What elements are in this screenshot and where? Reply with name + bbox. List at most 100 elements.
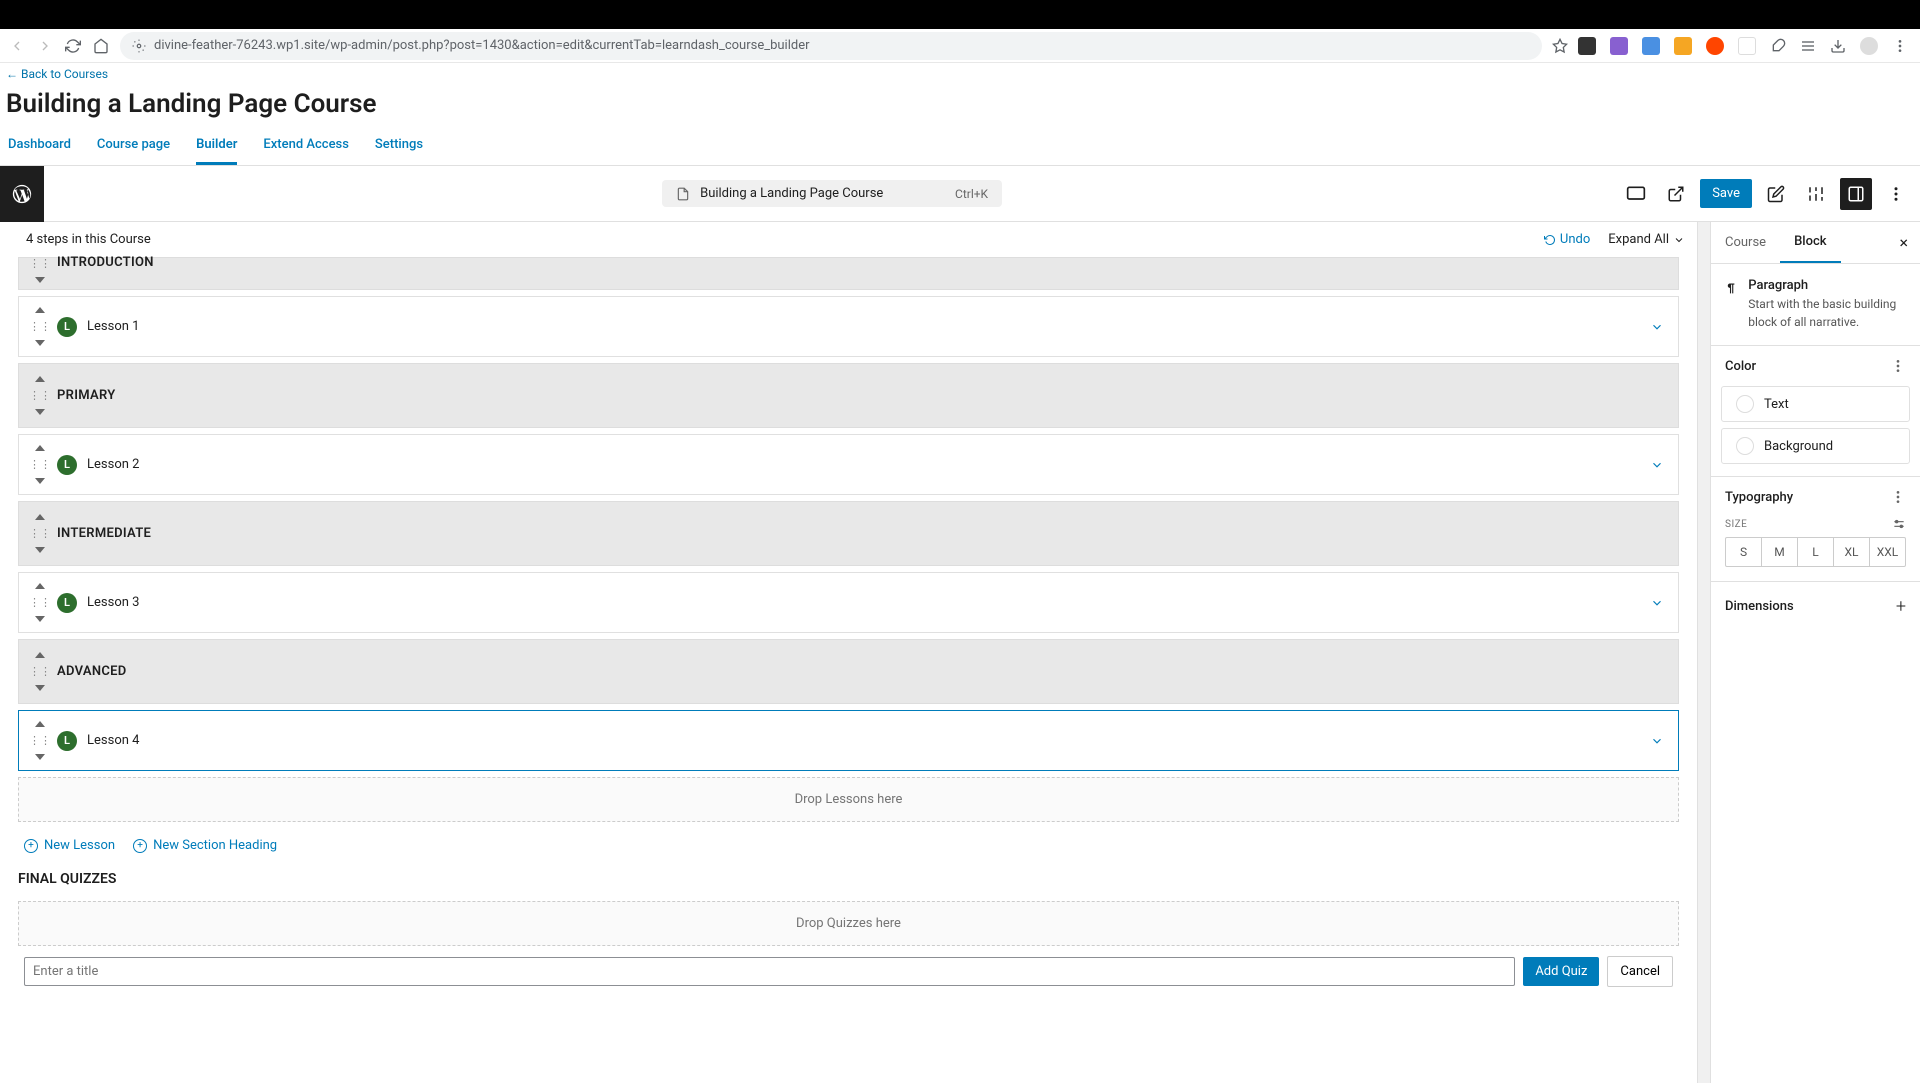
save-button[interactable]: Save xyxy=(1700,179,1752,208)
section-primary[interactable]: ⋮⋮ PRIMARY xyxy=(18,363,1679,428)
plus-icon: + xyxy=(24,839,38,853)
drag-handle[interactable]: ⋮⋮ xyxy=(33,376,47,415)
back-icon[interactable] xyxy=(8,37,26,55)
drag-handle[interactable]: ⋮⋮ xyxy=(33,721,47,760)
tab-settings[interactable]: Settings xyxy=(375,129,423,165)
bookmark-star-icon[interactable] xyxy=(1552,38,1568,54)
sidebar-toggle-icon[interactable] xyxy=(1840,178,1872,210)
reload-icon[interactable] xyxy=(64,37,82,55)
ext-icon-6[interactable] xyxy=(1738,37,1756,55)
ext-icon-1[interactable] xyxy=(1578,37,1596,55)
wordpress-logo[interactable] xyxy=(0,166,44,222)
lesson-badge: L xyxy=(57,455,77,475)
color-swatch xyxy=(1736,395,1754,413)
sidebar-tab-block[interactable]: Block xyxy=(1780,222,1840,263)
menu-icon[interactable] xyxy=(1892,38,1908,54)
block-sidebar: Course Block × Paragraph Start with the … xyxy=(1710,222,1920,1083)
view-icon[interactable] xyxy=(1620,178,1652,210)
drop-quizzes-zone[interactable]: Drop Quizzes here xyxy=(18,901,1679,946)
steps-count: 4 steps in this Course xyxy=(26,232,151,247)
download-icon[interactable] xyxy=(1830,38,1846,54)
ext-icon-3[interactable] xyxy=(1642,37,1660,55)
lesson-row-1[interactable]: ⋮⋮ L Lesson 1 xyxy=(18,296,1679,357)
editor-toolbar: Building a Landing Page Course Ctrl+K Sa… xyxy=(0,166,1920,222)
drag-handle[interactable]: ⋮⋮ xyxy=(33,652,47,691)
lesson-title: Lesson 1 xyxy=(87,319,139,334)
size-l[interactable]: L xyxy=(1798,538,1834,566)
text-color-row[interactable]: Text xyxy=(1721,386,1910,422)
drag-handle[interactable]: ⋮⋮ xyxy=(33,258,47,283)
extensions-icon[interactable] xyxy=(1770,38,1786,54)
builder-panel: 4 steps in this Course Undo Expand All ⋮… xyxy=(0,222,1698,1083)
ext-icon-4[interactable] xyxy=(1674,37,1692,55)
section-advanced[interactable]: ⋮⋮ ADVANCED xyxy=(18,639,1679,704)
list-icon[interactable] xyxy=(1800,38,1816,54)
more-options-icon[interactable] xyxy=(1890,489,1906,505)
settings-slider-icon[interactable] xyxy=(1800,178,1832,210)
drag-handle[interactable]: ⋮⋮ xyxy=(33,583,47,622)
chevron-down-icon xyxy=(35,340,45,346)
cancel-button[interactable]: Cancel xyxy=(1607,956,1673,987)
dimensions-panel-label: Dimensions xyxy=(1725,599,1794,614)
ext-icon-5[interactable] xyxy=(1706,37,1724,55)
undo-link[interactable]: Undo xyxy=(1544,232,1590,247)
chevron-up-icon xyxy=(35,307,45,313)
section-title: ADVANCED xyxy=(57,664,127,679)
size-s[interactable]: S xyxy=(1726,538,1762,566)
more-icon[interactable] xyxy=(1880,178,1912,210)
search-label: Building a Landing Page Course xyxy=(700,186,883,201)
drag-handle[interactable]: ⋮⋮ xyxy=(33,445,47,484)
section-intermediate[interactable]: ⋮⋮ INTERMEDIATE xyxy=(18,501,1679,566)
external-link-icon[interactable] xyxy=(1660,178,1692,210)
browser-toolbar: divine-feather-76243.wp1.site/wp-admin/p… xyxy=(0,29,1920,63)
section-title: PRIMARY xyxy=(57,388,116,403)
ext-icon-2[interactable] xyxy=(1610,37,1628,55)
size-xxl[interactable]: XXL xyxy=(1870,538,1905,566)
command-palette[interactable]: Building a Landing Page Course Ctrl+K xyxy=(662,180,1002,207)
close-sidebar-icon[interactable]: × xyxy=(1887,233,1920,252)
forward-icon[interactable] xyxy=(36,37,54,55)
expand-all-link[interactable]: Expand All xyxy=(1608,232,1685,247)
expand-icon[interactable] xyxy=(1650,596,1664,610)
color-swatch xyxy=(1736,437,1754,455)
tab-course-page[interactable]: Course page xyxy=(97,129,170,165)
tab-extend-access[interactable]: Extend Access xyxy=(263,129,349,165)
tab-builder[interactable]: Builder xyxy=(196,129,237,165)
background-color-row[interactable]: Background xyxy=(1721,428,1910,464)
lesson-row-4[interactable]: ⋮⋮ L Lesson 4 xyxy=(18,710,1679,771)
slider-icon[interactable] xyxy=(1892,517,1906,531)
new-section-link[interactable]: +New Section Heading xyxy=(133,838,277,853)
block-name: Paragraph xyxy=(1748,278,1906,293)
size-xl[interactable]: XL xyxy=(1834,538,1870,566)
drag-handle[interactable]: ⋮⋮ xyxy=(33,307,47,346)
lesson-title: Lesson 3 xyxy=(87,595,139,610)
scrollbar[interactable] xyxy=(1698,222,1710,1083)
drag-handle[interactable]: ⋮⋮ xyxy=(33,514,47,553)
expand-icon[interactable] xyxy=(1650,734,1664,748)
address-bar[interactable]: divine-feather-76243.wp1.site/wp-admin/p… xyxy=(120,32,1542,60)
size-m[interactable]: M xyxy=(1762,538,1798,566)
section-introduction[interactable]: ⋮⋮ INTRODUCTION xyxy=(18,257,1679,290)
color-panel-label: Color xyxy=(1725,359,1756,374)
undo-icon xyxy=(1544,234,1556,246)
quiz-title-input[interactable] xyxy=(24,957,1515,986)
sidebar-tab-course[interactable]: Course xyxy=(1711,223,1780,262)
expand-icon[interactable] xyxy=(1650,320,1664,334)
new-lesson-link[interactable]: +New Lesson xyxy=(24,838,115,853)
home-icon[interactable] xyxy=(92,37,110,55)
more-options-icon[interactable] xyxy=(1890,358,1906,374)
add-dimensions-icon[interactable]: + xyxy=(1896,596,1906,617)
lesson-row-3[interactable]: ⋮⋮ L Lesson 3 xyxy=(18,572,1679,633)
avatar-icon[interactable] xyxy=(1860,37,1878,55)
tab-dashboard[interactable]: Dashboard xyxy=(8,129,71,165)
edit-icon[interactable] xyxy=(1760,178,1792,210)
extension-icons xyxy=(1578,37,1908,55)
expand-icon[interactable] xyxy=(1650,458,1664,472)
lesson-badge: L xyxy=(57,731,77,751)
back-to-courses-link[interactable]: ← Back to Courses xyxy=(0,63,1920,85)
typography-panel-label: Typography xyxy=(1725,490,1793,505)
add-quiz-button[interactable]: Add Quiz xyxy=(1523,957,1599,986)
lesson-row-2[interactable]: ⋮⋮ L Lesson 2 xyxy=(18,434,1679,495)
size-button-group: S M L XL XXL xyxy=(1725,537,1906,567)
drop-lessons-zone[interactable]: Drop Lessons here xyxy=(18,777,1679,822)
